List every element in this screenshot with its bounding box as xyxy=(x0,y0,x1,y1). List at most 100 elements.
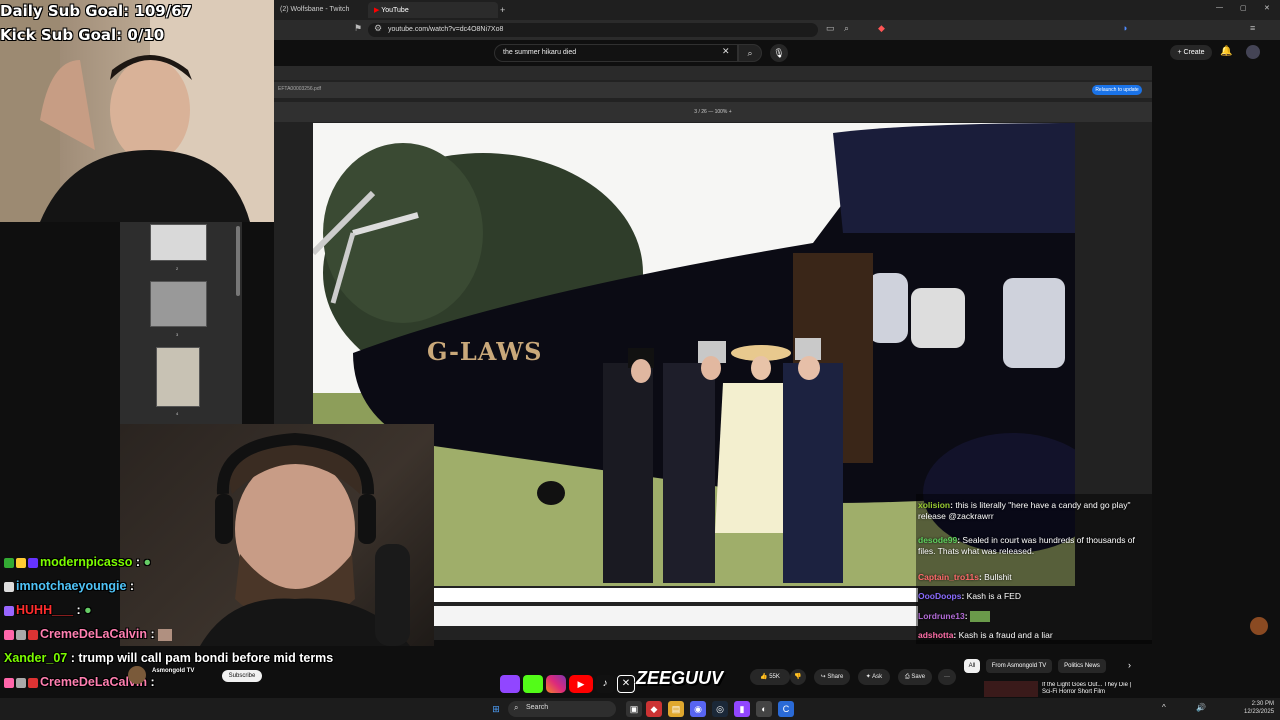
clock-time: 2:30 PM xyxy=(1251,701,1274,707)
chat-message: HUHH___ : ● xyxy=(4,603,92,617)
new-tab-button[interactable]: + xyxy=(500,5,505,15)
zoom-level: 100% xyxy=(714,109,728,115)
volume-icon[interactable]: 🔊 xyxy=(1196,703,1206,712)
chat-message: xolision: this is literally "here have a… xyxy=(918,500,1131,521)
extensions-icon[interactable]: ◑ xyxy=(1122,23,1127,33)
chat-username: OooDoops xyxy=(918,591,962,601)
minimize-button[interactable]: — xyxy=(1216,4,1223,11)
chip-politics-news[interactable]: Politics News xyxy=(1058,659,1106,673)
x-twitter-icon: ✕ xyxy=(617,675,635,693)
discord-icon[interactable]: ◉ xyxy=(690,701,706,717)
obs-icon[interactable]: ◐ xyxy=(756,701,772,717)
page-thumbnail[interactable] xyxy=(156,347,200,407)
chat-username: modernpicasso xyxy=(40,555,133,569)
chat-username: Captain_tro11s xyxy=(918,572,979,582)
tab-youtube[interactable]: ▶ YouTube xyxy=(368,2,498,18)
microphone-icon: 🎙 xyxy=(773,48,785,58)
chat-text: Kash is a fraud and a liar xyxy=(958,630,1053,640)
url-field[interactable]: youtube.com/watch?v=dc4O8Ni7Xo8 xyxy=(368,23,818,37)
close-window-button[interactable]: ✕ xyxy=(1264,4,1270,12)
floating-avatar[interactable] xyxy=(1250,617,1268,635)
search-button[interactable]: ⌕ xyxy=(738,44,762,62)
badge-icon xyxy=(4,629,14,640)
chat-message: modernpicasso : ● xyxy=(4,555,151,569)
chat-username: adshotta xyxy=(918,630,954,640)
page-thumbnail[interactable] xyxy=(150,281,207,327)
channel-name[interactable]: Asmongold TV xyxy=(152,668,194,674)
chat-message: Lordrune13: xyxy=(918,611,1153,623)
brave-shield-icon[interactable]: ◆ xyxy=(878,23,885,34)
next-video-thumbnail[interactable] xyxy=(984,681,1038,697)
webcam-person-illustration xyxy=(200,432,410,646)
thumbs-up-icon: 👍 xyxy=(760,674,770,680)
create-button[interactable]: + Create xyxy=(1170,45,1212,60)
chat-message: OooDoops: Kash is a FED xyxy=(918,591,1021,601)
settings-icon[interactable]: ≡ xyxy=(1250,23,1255,33)
app-icon[interactable]: C xyxy=(778,701,794,717)
notifications-bell-icon[interactable]: 🔔 xyxy=(1220,46,1232,57)
social-handle: ZEEGUUV xyxy=(636,668,724,688)
avatar[interactable] xyxy=(1246,45,1260,59)
voice-search-button[interactable]: 🎙 xyxy=(770,44,788,62)
save-button[interactable]: ⎙ Save xyxy=(898,669,932,685)
twitch-icon xyxy=(500,675,520,693)
chat-message: Captain_tro11s: Bullshit xyxy=(918,572,1012,582)
ask-label: Ask xyxy=(872,674,883,680)
chat-username: imnotchaeyoungie xyxy=(16,579,127,593)
tray-chevron-icon[interactable]: ^ xyxy=(1162,703,1166,712)
page-thumbnail[interactable] xyxy=(150,224,207,261)
badge-icon xyxy=(16,677,26,688)
dislike-button[interactable]: 👎 xyxy=(790,669,806,685)
kick-icon xyxy=(523,675,543,693)
taskbar-search[interactable]: Search xyxy=(508,701,616,717)
clear-search-icon[interactable]: ✕ xyxy=(722,46,730,57)
channel-avatar[interactable] xyxy=(128,666,146,684)
emote-icon: ● xyxy=(84,603,92,617)
brave-browser-icon[interactable]: ◆ xyxy=(646,701,662,717)
thumbnail-scrollbar[interactable] xyxy=(236,226,240,296)
subscribe-button[interactable]: Subscribe xyxy=(222,670,262,682)
tiktok-icon: ♪ xyxy=(596,675,614,693)
tab-label: YouTube xyxy=(381,7,409,14)
badge-icon xyxy=(4,581,14,592)
instagram-icon xyxy=(546,675,566,693)
thumbnail-page-number: 2 xyxy=(176,266,179,271)
badge-icon xyxy=(28,677,38,688)
pdf-toolbar: 3 / 26 — 100% + xyxy=(274,102,1152,122)
maximize-button[interactable]: ▢ xyxy=(1240,4,1247,12)
badge-icon xyxy=(28,629,38,640)
daily-sub-goal: Daily Sub Goal: 109/67 xyxy=(0,2,193,20)
share-button[interactable]: ↪ Share xyxy=(814,669,850,685)
zoom-icon[interactable]: ⌕ xyxy=(844,23,849,34)
chip-from-asmongold-tv[interactable]: From Asmongold TV xyxy=(986,659,1052,673)
badge-icon xyxy=(16,557,26,568)
ask-button[interactable]: ✦ Ask xyxy=(858,669,890,685)
thumbs-down-icon: 👎 xyxy=(794,674,802,680)
steam-icon[interactable]: ◎ xyxy=(712,701,728,717)
page-indicator: 3 / 26 xyxy=(694,109,707,115)
bookmark-icon[interactable]: ⚑ xyxy=(354,23,362,34)
search-icon: ⌕ xyxy=(747,48,753,58)
badge-icon xyxy=(4,605,14,616)
tab-label: (2) Wolfsbane - Twitch xyxy=(280,6,350,13)
relaunch-button[interactable]: Relaunch to update xyxy=(1092,85,1142,95)
like-button[interactable]: 👍 55K xyxy=(750,669,790,685)
file-explorer-icon[interactable]: ▤ xyxy=(668,701,684,717)
chevron-right-icon[interactable]: › xyxy=(1128,660,1131,670)
site-info-icon[interactable]: ⚙ xyxy=(374,23,382,34)
cast-icon[interactable]: ▭ xyxy=(826,23,835,34)
chip-all[interactable]: All xyxy=(964,659,980,673)
clock-date: 12/23/2025 xyxy=(1244,709,1275,715)
chat-message: Xander_07 : trump will call pam bondi be… xyxy=(4,651,334,665)
tab-wolfsbane-twitch[interactable]: (2) Wolfsbane - Twitch xyxy=(274,2,364,18)
search-input[interactable]: the summer hikaru died xyxy=(494,44,738,62)
windows-start-icon[interactable]: ⊞ xyxy=(488,701,504,717)
taskbar-clock[interactable]: 2:30 PM 12/23/2025 xyxy=(1244,700,1274,716)
chat-username: HUHH___ xyxy=(16,603,73,617)
more-actions-button[interactable]: ··· xyxy=(938,669,956,685)
chat-username: CremeDeLaCalvin xyxy=(40,627,147,641)
next-video-title[interactable]: If the Light Goes Out... They Die | Sci-… xyxy=(1042,682,1142,697)
task-view-icon[interactable]: ▣ xyxy=(626,701,642,717)
thumbnail-page-number: 3 xyxy=(176,332,179,337)
twitch-app-icon[interactable]: ▮ xyxy=(734,701,750,717)
